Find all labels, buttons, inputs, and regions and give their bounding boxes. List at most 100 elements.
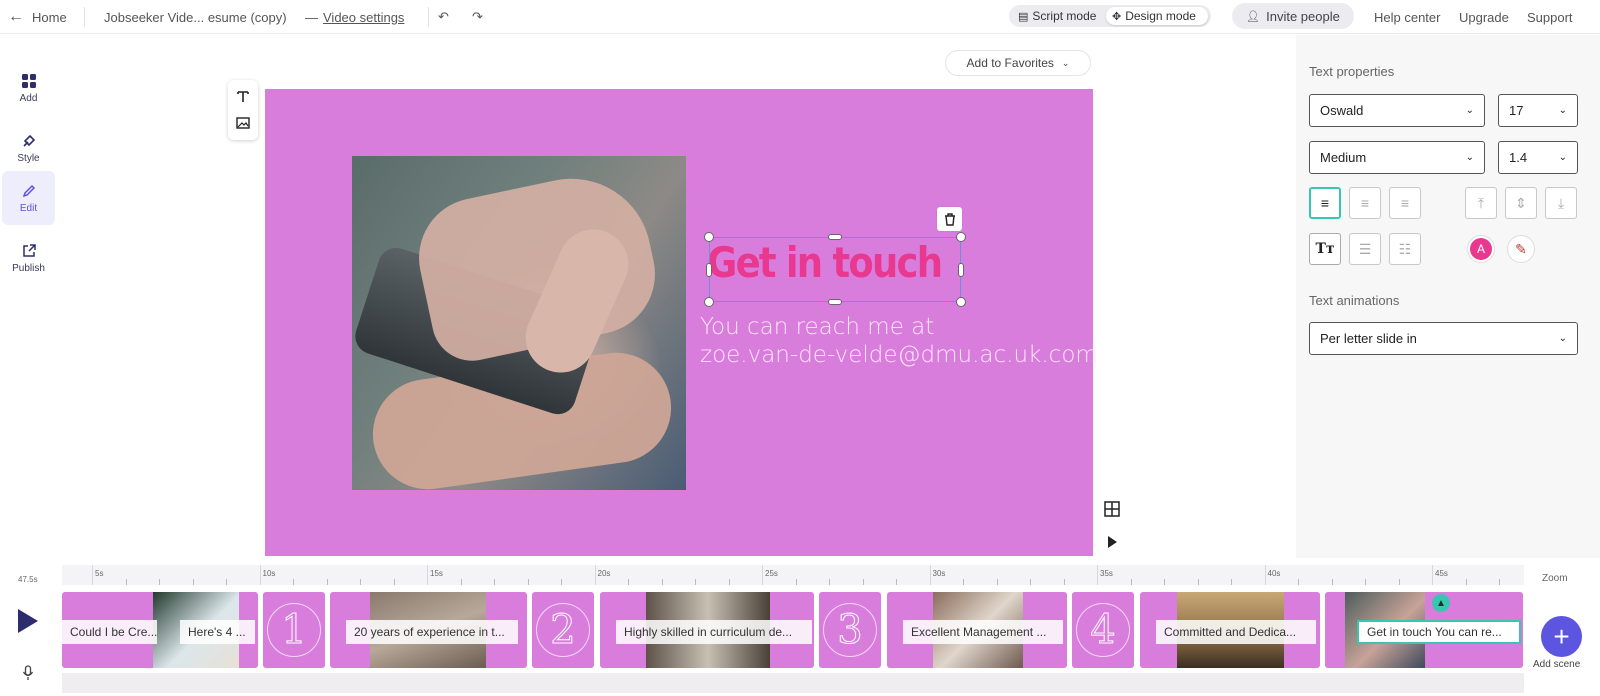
line-height-value: 1.4 [1509, 150, 1528, 165]
align-left-icon[interactable]: ≡ [1309, 187, 1341, 219]
align-right-icon[interactable]: ≡ [1389, 187, 1421, 219]
brush-icon [22, 134, 35, 147]
align-bottom-icon[interactable]: ⤓ [1545, 187, 1577, 219]
align-center-icon[interactable]: ≡ [1349, 187, 1381, 219]
play-icon[interactable] [17, 608, 39, 634]
add-to-favorites-button[interactable]: Add to Favorites ⌄ [945, 50, 1091, 76]
ruler-tick-minor [561, 579, 562, 585]
scene-clip[interactable]: Highly skilled in curriculum de... [600, 592, 814, 668]
layout-grid-icon[interactable] [1104, 501, 1120, 517]
ruler-tick-minor [159, 579, 160, 585]
resize-handle-ne[interactable] [956, 232, 966, 242]
image-tool-icon[interactable] [233, 113, 253, 133]
scene-clip[interactable]: 1 [263, 592, 325, 668]
body-text[interactable]: You can reach me at zoe.van-de-velde@dmu… [700, 313, 1098, 369]
add-scene-button[interactable]: + [1541, 616, 1582, 657]
video-settings-link[interactable]: Video settings [323, 0, 404, 34]
title-separator: — [305, 9, 318, 25]
resize-handle-w[interactable] [706, 263, 712, 277]
resize-handle-n[interactable] [828, 234, 842, 240]
text-color-button[interactable]: A [1467, 235, 1495, 263]
ruler-tick-minor [1398, 579, 1400, 585]
resize-handle-se[interactable] [956, 297, 966, 307]
scene-clip[interactable]: 20 years of experience in t... [330, 592, 527, 668]
font-family-select[interactable]: Oswald ⌄ [1309, 94, 1485, 127]
align-middle-icon[interactable]: ⇕ [1505, 187, 1537, 219]
ruler-tick-major [92, 565, 93, 585]
rail-style-label: Style [17, 152, 40, 164]
add-scene-label: Add scene [1533, 659, 1581, 670]
script-mode-button[interactable]: ▤ Script mode [1012, 7, 1104, 25]
chevron-down-icon: ⌄ [1558, 105, 1567, 116]
rail-style[interactable]: Style [2, 121, 55, 175]
font-size-value: 17 [1509, 103, 1524, 118]
selection-box[interactable] [709, 237, 961, 302]
animation-select[interactable]: Per letter slide in ⌄ [1309, 322, 1578, 355]
highlight-color-button[interactable]: ✎ [1507, 235, 1535, 263]
redo-icon[interactable]: ↷ [472, 0, 483, 34]
ruler-tick-minor [1164, 579, 1165, 585]
scene-clip[interactable]: 2 [532, 592, 594, 668]
text-animations-heading: Text animations [1309, 293, 1400, 308]
divider [84, 7, 85, 27]
ruler-tick-minor [326, 579, 328, 585]
ruler-tick-minor [862, 579, 864, 585]
ruler-tick-major [427, 565, 428, 585]
undo-icon[interactable]: ↶ [438, 0, 449, 34]
font-weight-select[interactable]: Medium ⌄ [1309, 141, 1485, 174]
divider [428, 7, 429, 27]
text-color-swatch: A [1470, 238, 1492, 260]
support-link[interactable]: Support [1527, 0, 1573, 34]
rail-add[interactable]: Add [2, 61, 55, 115]
ruler-tick-minor [460, 579, 462, 585]
align-top-icon[interactable]: ⤒ [1465, 187, 1497, 219]
ruler-tick-minor [896, 579, 897, 585]
project-title[interactable]: Jobseeker Vide... esume (copy) [104, 0, 287, 34]
design-mode-button[interactable]: ✥ Design mode [1106, 7, 1208, 25]
scene-clip-active[interactable]: Get in touch You can re... [1325, 592, 1523, 668]
scene-clip[interactable]: Excellent Management ... [887, 592, 1067, 668]
ruler-tick-minor [527, 579, 529, 585]
play-scene-icon[interactable] [1106, 535, 1118, 549]
font-size-select[interactable]: 17 ⌄ [1498, 94, 1578, 127]
scene-clip[interactable]: 4 [1072, 592, 1134, 668]
timeline-scrollbar[interactable] [62, 673, 1524, 693]
microphone-icon[interactable] [22, 665, 34, 681]
numbered-list-icon[interactable]: ☷ [1389, 233, 1421, 265]
rail-edit[interactable]: Edit [2, 171, 55, 225]
resize-handle-e[interactable] [958, 263, 964, 277]
scene-clip[interactable]: 3 [819, 592, 881, 668]
ruler-tick-minor [1298, 579, 1299, 585]
line-height-select[interactable]: 1.4 ⌄ [1498, 141, 1578, 174]
ruler-tick-minor [1365, 579, 1366, 585]
ruler-tick-minor [1063, 579, 1065, 585]
body-line-2: zoe.van-de-velde@dmu.ac.uk.com [700, 342, 1098, 368]
share-icon [22, 243, 36, 257]
zoom-label[interactable]: Zoom [1542, 573, 1568, 584]
scene-clip[interactable]: Committed and Dedica... [1140, 592, 1320, 668]
text-tool-icon[interactable] [233, 87, 253, 107]
phone-hands-photo[interactable] [352, 156, 686, 490]
time-ruler[interactable]: 5s 10s 15s 20s 25s 30s 35s 40s 45s [62, 565, 1524, 585]
resize-handle-sw[interactable] [704, 297, 714, 307]
trash-icon[interactable] [937, 207, 962, 231]
resize-handle-s[interactable] [828, 299, 842, 305]
resize-handle-nw[interactable] [704, 232, 714, 242]
invite-people-button[interactable]: 👤︎ Invite people [1232, 3, 1354, 29]
ruler-tick-label: 30s [932, 569, 946, 578]
clip-label: 20 years of experience in t... [346, 620, 518, 644]
help-center-link[interactable]: Help center [1374, 0, 1440, 34]
rail-publish[interactable]: Publish [2, 231, 55, 285]
rail-publish-label: Publish [12, 262, 45, 274]
bullet-list-icon[interactable]: ☰ [1349, 233, 1381, 265]
ruler-tick-major [1432, 565, 1433, 585]
text-case-icon[interactable]: Tт [1309, 233, 1341, 265]
home-link[interactable]: ← Home [8, 0, 67, 34]
script-mode-label: Script mode [1032, 9, 1097, 23]
ruler-tick-minor [125, 579, 127, 585]
animation-value: Per letter slide in [1320, 331, 1417, 346]
upgrade-link[interactable]: Upgrade [1459, 0, 1509, 34]
chevron-up-icon[interactable]: ▲ [1432, 594, 1450, 612]
chevron-down-icon: ⌄ [1558, 152, 1567, 163]
scene-clip[interactable]: Could I be Cre... Here's 4 ... [62, 592, 258, 668]
